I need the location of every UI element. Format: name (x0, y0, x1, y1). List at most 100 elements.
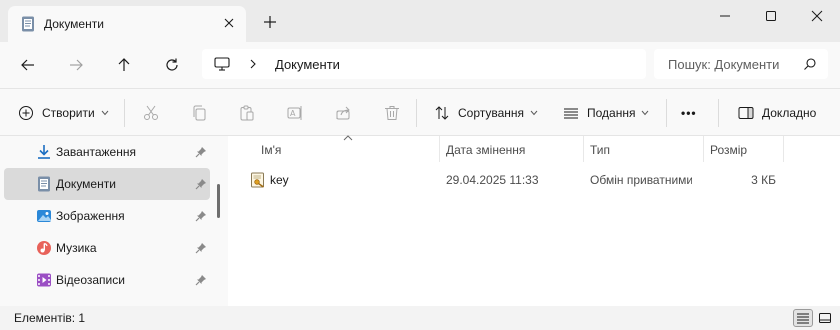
details-pane-button[interactable]: Докладно (738, 89, 816, 137)
column-header-type-label: Тип (590, 143, 611, 157)
breadcrumb-documents[interactable]: Документи (275, 57, 340, 72)
navigation-pane: Завантаження Документи Зображення Музика… (0, 136, 211, 306)
more-options-button[interactable]: ••• (681, 89, 697, 137)
details-label: Докладно (762, 106, 817, 120)
toolbar-divider (124, 99, 125, 127)
forward-arrow-icon (70, 59, 83, 71)
view-label: Подання (587, 106, 636, 120)
music-icon (37, 241, 51, 255)
pin-icon[interactable] (195, 146, 207, 158)
file-list: Ім'я Дата змінення Тип Розмір key 29.04.… (228, 135, 840, 306)
certificate-key-icon (251, 172, 264, 188)
forward-button[interactable] (61, 50, 91, 80)
share-button[interactable] (335, 89, 351, 137)
file-size: 3 КБ (751, 173, 776, 187)
toolbar-divider (416, 99, 417, 127)
new-label: Створити (42, 106, 95, 120)
rename-icon: A (287, 106, 302, 120)
column-header-name[interactable]: Ім'я (228, 135, 440, 162)
search-icon[interactable] (803, 57, 817, 71)
paste-icon (240, 105, 254, 121)
pin-icon[interactable] (195, 210, 207, 222)
sidebar-item-label: Зображення (56, 209, 125, 223)
chevron-down-icon (101, 110, 109, 116)
new-button[interactable]: Створити (18, 89, 109, 137)
sort-ascending-icon (343, 135, 353, 141)
chevron-right-icon[interactable] (248, 58, 258, 70)
column-header-name-label: Ім'я (261, 143, 282, 157)
videos-icon (37, 273, 51, 287)
sidebar-item-music[interactable]: Музика (4, 232, 210, 264)
svg-text:A: A (290, 109, 296, 118)
navigation-bar: Документи Пошук: Документи (0, 42, 840, 88)
sidebar-item-label: Відеозаписи (56, 273, 125, 287)
rename-button[interactable]: A (287, 89, 303, 137)
details-view-button[interactable] (793, 309, 813, 327)
plus-circle-icon (19, 106, 33, 120)
pin-icon[interactable] (195, 274, 207, 286)
file-name: key (270, 173, 289, 187)
documents-icon (22, 16, 34, 32)
column-header-date-label: Дата змінення (446, 143, 526, 157)
tiles-view-button[interactable] (815, 309, 835, 327)
column-header-size[interactable]: Розмір (704, 136, 784, 162)
minimize-icon (720, 15, 730, 17)
command-bar: Створити A Сортування Подання ••• Доклад… (0, 88, 840, 136)
back-arrow-icon (21, 59, 34, 71)
pin-icon[interactable] (195, 242, 207, 254)
plus-icon[interactable] (262, 14, 278, 30)
file-type: Обмін приватними ключами (590, 173, 692, 187)
delete-button[interactable] (384, 89, 400, 137)
sidebar-item-label: Завантаження (56, 145, 136, 159)
pane-splitter[interactable] (211, 136, 228, 306)
address-bar[interactable]: Документи (202, 49, 646, 79)
toolbar-divider (666, 99, 667, 127)
tiles-view-icon (819, 313, 831, 323)
column-header-size-label: Розмір (710, 143, 748, 157)
details-pane-icon (738, 107, 754, 119)
sort-icon (435, 106, 449, 120)
view-icon (564, 108, 578, 119)
splitter-handle[interactable] (217, 184, 220, 218)
maximize-button[interactable] (748, 0, 794, 32)
column-header-date[interactable]: Дата змінення (440, 136, 584, 162)
documents-icon (38, 176, 50, 192)
table-row[interactable]: key 29.04.2025 11:33 Обмін приватними кл… (244, 168, 784, 192)
delete-icon (385, 106, 399, 120)
sidebar-item-downloads[interactable]: Завантаження (4, 136, 210, 168)
minimize-button[interactable] (702, 0, 748, 32)
cut-button[interactable] (143, 89, 159, 137)
download-icon (38, 145, 50, 159)
search-placeholder: Пошук: Документи (668, 57, 780, 72)
sidebar-item-videos[interactable]: Відеозаписи (4, 264, 210, 296)
status-bar: Елементів: 1 (0, 306, 840, 330)
pin-icon[interactable] (195, 178, 207, 190)
tab-documents[interactable]: Документи (8, 6, 246, 42)
share-icon (336, 106, 350, 120)
copy-button[interactable] (191, 89, 207, 137)
search-input[interactable]: Пошук: Документи (654, 49, 828, 79)
toolbar-divider (718, 99, 719, 127)
maximize-icon (766, 11, 776, 21)
title-bar: Документи (0, 0, 840, 42)
sidebar-item-pictures[interactable]: Зображення (4, 200, 210, 232)
close-icon[interactable] (220, 14, 238, 32)
computer-icon[interactable] (214, 56, 230, 72)
sidebar-item-label: Документи (56, 177, 116, 191)
up-button[interactable] (109, 50, 139, 80)
column-header-type[interactable]: Тип (584, 136, 704, 162)
copy-icon (193, 105, 206, 121)
refresh-button[interactable] (157, 50, 187, 80)
details-view-icon (797, 313, 809, 324)
chevron-down-icon (642, 110, 649, 116)
close-icon (811, 10, 823, 22)
back-button[interactable] (13, 50, 43, 80)
refresh-icon (166, 58, 178, 71)
close-window-button[interactable] (794, 0, 840, 32)
paste-button[interactable] (239, 89, 255, 137)
sort-label: Сортування (458, 106, 525, 120)
file-date: 29.04.2025 11:33 (446, 173, 539, 187)
sidebar-item-documents[interactable]: Документи (4, 168, 210, 200)
view-button[interactable]: Подання (563, 89, 649, 137)
sort-button[interactable]: Сортування (434, 89, 538, 137)
